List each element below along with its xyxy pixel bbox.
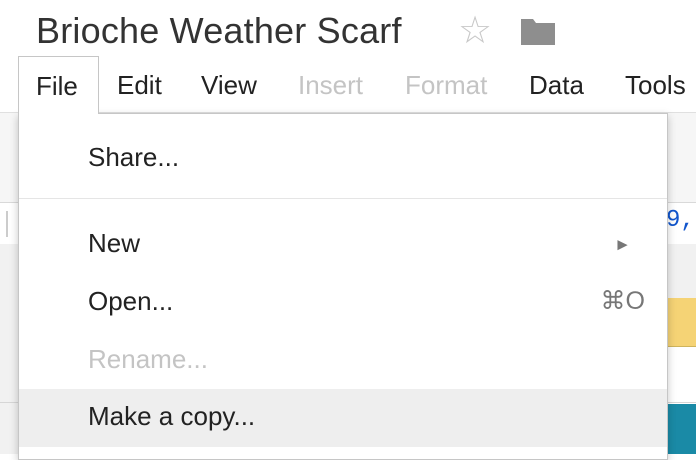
menu-format[interactable]: Format <box>405 56 487 114</box>
menu-data[interactable]: Data <box>529 56 584 114</box>
menu-edit[interactable]: Edit <box>117 56 162 114</box>
menu-file[interactable]: File <box>18 56 99 114</box>
formula-bar-divider <box>6 211 8 237</box>
teal-cell[interactable] <box>666 404 696 454</box>
menu-item-label: Open... <box>88 286 174 316</box>
formula-text: 9, <box>666 207 695 234</box>
menu-item-share[interactable]: Share... <box>19 130 667 186</box>
triangle-right-icon: ► <box>614 235 631 254</box>
menu-item-label: Rename... <box>88 344 208 374</box>
menu-tools[interactable]: Tools <box>625 56 686 114</box>
menu-item-open[interactable]: Open... ⌘O <box>19 274 667 330</box>
row-header-column <box>0 244 19 454</box>
menu-item-rename[interactable]: Rename... <box>19 332 667 388</box>
menu-item-new[interactable]: New ► <box>19 216 667 272</box>
document-title[interactable]: Brioche Weather Scarf <box>36 10 402 52</box>
menu-item-make-a-copy[interactable]: Make a copy... <box>19 389 667 447</box>
menu-item-label: New <box>88 228 141 258</box>
menu-item-label: Make a copy... <box>88 401 256 431</box>
menu-insert[interactable]: Insert <box>298 56 363 114</box>
menu-item-label: Share... <box>88 142 180 172</box>
menu-item-shortcut: ⌘O <box>600 287 645 315</box>
star-outline-icon[interactable]: ☆ <box>458 12 492 50</box>
file-menu-dropdown: Share... New ► Open... ⌘O Rename... Make… <box>18 113 668 460</box>
menu-separator <box>19 198 667 199</box>
folder-icon[interactable] <box>520 16 556 46</box>
menu-view[interactable]: View <box>201 56 257 114</box>
